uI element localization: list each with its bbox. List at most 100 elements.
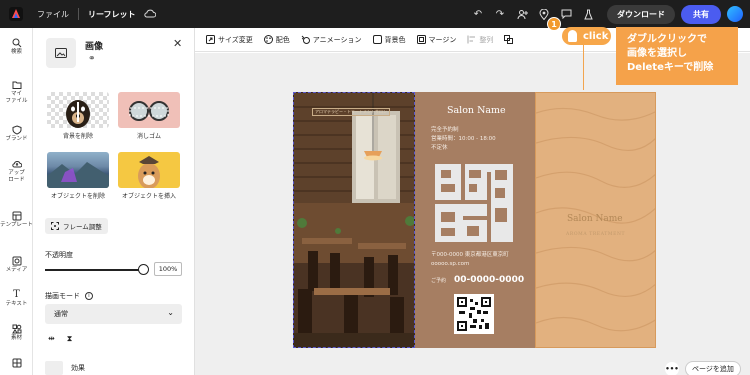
file-menu[interactable]: ファイル [37, 9, 69, 20]
dog-checker-thumbnail [47, 92, 109, 128]
flask-icon[interactable] [580, 6, 596, 22]
rail-label: アップ ロード [8, 170, 25, 183]
add-page-button[interactable]: ページを追加 [685, 361, 741, 375]
phone-label[interactable]: ご予約 [431, 277, 446, 284]
margin-tool[interactable]: マージン [416, 35, 456, 45]
more-options-icon[interactable]: ••• [665, 362, 679, 375]
leaflet-caption[interactable]: アロマテラピー・トリートメントサロン [312, 108, 390, 116]
rail-label: マイ ファイル [5, 91, 28, 104]
cover-subtitle[interactable]: AROMA TREATMENT [566, 232, 625, 237]
map-icon [431, 160, 517, 246]
opacity-value-input[interactable]: 100% [154, 262, 182, 276]
rail-label: メディア [5, 267, 28, 273]
remove-object-action[interactable]: オブジェクトを削除 [47, 152, 109, 200]
comment-icon[interactable] [558, 6, 574, 22]
rail-item-templates[interactable]: テンプレート [0, 211, 33, 229]
chevron-down-icon: ⌄ [167, 308, 174, 317]
blend-mode-select[interactable]: 通常 ⌄ [45, 304, 182, 324]
callout-connector [583, 43, 584, 90]
blend-mode-value: 通常 [54, 310, 68, 318]
remove-background-action[interactable]: 背景を削除 [47, 92, 109, 140]
document-name[interactable]: リーフレット [88, 9, 136, 20]
animation-tool[interactable]: アニメーション [301, 35, 362, 45]
action-label: オブジェクトを削除 [50, 193, 105, 200]
resize-tool[interactable]: サイズ変更 [206, 35, 253, 45]
info-line: 完全予約制 [431, 127, 459, 133]
pointer-icon [568, 30, 577, 42]
close-icon[interactable]: ✕ [173, 37, 182, 50]
rail-label: 検索 [10, 49, 22, 55]
layers-tool[interactable] [504, 35, 514, 44]
adobe-express-logo-icon[interactable] [9, 7, 23, 21]
blend-mode-text: 描画モード [45, 292, 80, 300]
opacity-slider-handle[interactable] [138, 264, 149, 275]
flip-vertical-icon[interactable]: ⧗ [67, 334, 73, 344]
panel-title: 画像 [85, 42, 104, 52]
rail-item-more[interactable] [0, 358, 33, 369]
rail-item-elements[interactable]: 素材 [0, 324, 33, 342]
animation-icon [301, 35, 310, 44]
frame-adjust-button[interactable]: フレーム調整 [45, 218, 108, 234]
layers-icon [504, 35, 514, 44]
frame-adjust-label: フレーム調整 [63, 223, 102, 231]
add-user-icon[interactable] [514, 6, 530, 22]
salon-name-title[interactable]: Salon Name [447, 105, 506, 116]
action-label: 消しゴム [136, 133, 161, 140]
instruction-callout: ダブルクリックで 画像を選択し Deleteキーで削除 [616, 27, 738, 85]
rail-item-upload[interactable]: アップ ロード [0, 159, 33, 184]
color-tool[interactable]: 配色 [263, 35, 290, 45]
align-tool[interactable]: 整列 [467, 35, 493, 45]
phone-number[interactable]: 00-0000-0000 [454, 275, 524, 285]
image-properties-panel: 画像 ⚭ ✕ 背景を削除 消しゴム オブジェクトを削除 オブジェクトを挿入 フレ… [33, 28, 195, 375]
share-button[interactable]: 共有 [681, 4, 721, 24]
rail-item-brand[interactable]: ブランド [0, 125, 33, 143]
background-color-tool[interactable]: 背景色 [372, 35, 406, 45]
checkbox-icon [372, 35, 382, 44]
background-color-label: 背景色 [384, 35, 406, 44]
download-button[interactable]: ダウンロード [607, 4, 675, 24]
qr-code-icon [457, 297, 491, 331]
cover-salon-name[interactable]: Salon Name [567, 214, 623, 224]
template-icon [12, 211, 22, 221]
cloud-sync-icon [143, 9, 156, 19]
rail-item-text[interactable]: T テキスト [0, 290, 33, 308]
color-label: 配色 [275, 35, 290, 44]
info-icon[interactable]: i [85, 292, 93, 300]
text-icon: T [13, 289, 20, 300]
address-text[interactable]: 〒000-0000 東京都港区東京町 ooooo.sp.com [431, 251, 509, 269]
eraser-action[interactable]: 消しゴム [118, 92, 180, 140]
info-line: 営業時間：10:00 - 18:00 [431, 136, 496, 142]
rail-item-media[interactable]: メディア [0, 256, 33, 274]
palette-icon [263, 35, 273, 44]
dog-hat-thumbnail [118, 152, 180, 188]
grid-icon [12, 358, 22, 368]
address-line: ooooo.sp.com [431, 261, 470, 267]
step-number-badge: 1 [547, 17, 561, 31]
access-map[interactable] [431, 160, 517, 246]
brand-shield-icon [12, 125, 22, 135]
rail-item-my-files[interactable]: マイ ファイル [0, 80, 33, 105]
top-bar-actions: ↶ ↷ ダウンロード 共有 [467, 0, 750, 28]
link-icon[interactable]: ⚭ [88, 54, 96, 64]
insert-object-action[interactable]: オブジェクトを挿入 [118, 152, 180, 200]
click-label: click [583, 30, 609, 42]
effects-label: 効果 [71, 364, 85, 372]
resize-icon [206, 35, 215, 44]
action-label: オブジェクトを挿入 [121, 193, 176, 200]
blend-mode-label: 描画モード i [45, 291, 93, 301]
avatar[interactable] [727, 6, 743, 22]
image-thumbnail [46, 38, 76, 68]
salon-info-text[interactable]: 完全予約制 営業時間：10:00 - 18:00 不定休 [431, 126, 496, 153]
action-label: 背景を削除 [62, 133, 93, 140]
restaurant-photo[interactable] [293, 92, 415, 348]
resize-label: サイズ変更 [218, 35, 253, 44]
info-line: 不定休 [431, 145, 448, 151]
qr-code[interactable] [454, 294, 494, 334]
opacity-slider-track[interactable] [45, 269, 142, 271]
rail-label: ブランド [5, 136, 28, 142]
rail-item-search[interactable]: 検索 [0, 38, 33, 56]
redo-icon[interactable]: ↷ [492, 6, 508, 22]
undo-icon[interactable]: ↶ [470, 6, 486, 22]
flip-horizontal-icon[interactable]: ⇹ [48, 334, 55, 344]
effects-row[interactable]: 効果 [45, 361, 85, 375]
